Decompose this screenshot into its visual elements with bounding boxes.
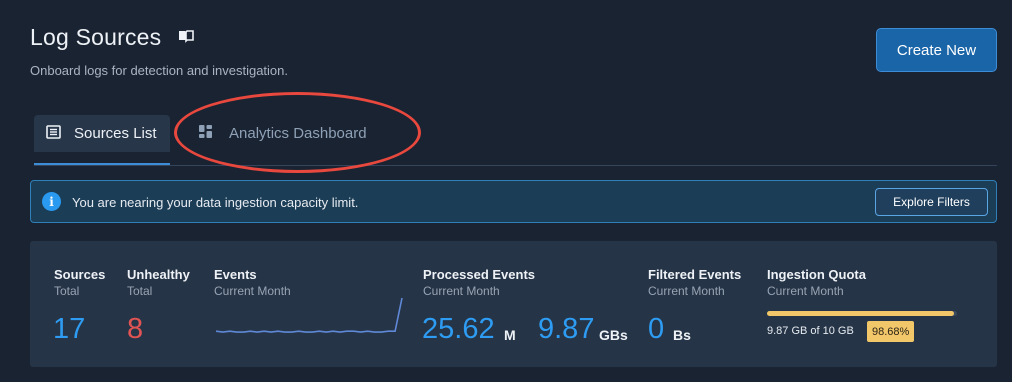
page-title: Log Sources	[30, 24, 162, 50]
processed-count-unit: M	[504, 327, 516, 343]
events-label: Events	[214, 267, 257, 282]
quota-progress-bar	[767, 311, 957, 316]
sources-label: Sources	[54, 267, 106, 282]
processed-size-unit: GBs	[599, 327, 628, 343]
list-icon	[46, 124, 61, 143]
quota-usage-text: 9.87 GB of 10 GB	[767, 325, 854, 337]
unhealthy-sub: Total	[127, 284, 153, 298]
sources-sub: Total	[54, 284, 80, 298]
book-icon[interactable]	[178, 29, 194, 43]
stats-panel: Sources Total 17 Unhealthy Total 8 Event…	[30, 241, 997, 367]
sources-value: 17	[53, 313, 86, 345]
processed-label: Processed Events	[423, 267, 536, 282]
alert-message: You are nearing your data ingestion capa…	[72, 195, 359, 210]
events-sparkline	[215, 297, 403, 333]
grid-icon	[198, 124, 213, 143]
quota-label: Ingestion Quota	[767, 267, 866, 282]
quota-percent-badge: 98.68%	[867, 321, 915, 342]
info-icon: i	[42, 192, 61, 211]
explore-filters-button[interactable]: Explore Filters	[875, 188, 988, 216]
processed-sub: Current Month	[423, 284, 500, 298]
filtered-sub: Current Month	[648, 284, 725, 298]
quota-progress-fill	[767, 311, 955, 316]
tab-label: Analytics Dashboard	[229, 125, 367, 142]
page-subtitle: Onboard logs for detection and investiga…	[30, 63, 289, 78]
unhealthy-value: 8	[127, 313, 144, 345]
filtered-value: 0	[648, 313, 665, 345]
tab-sources-list[interactable]: Sources List	[34, 115, 170, 152]
filtered-unit: Bs	[673, 327, 691, 343]
processed-size: 9.87	[538, 313, 595, 345]
create-new-button[interactable]: Create New	[876, 28, 997, 72]
filtered-label: Filtered Events	[648, 267, 742, 282]
tab-divider	[34, 165, 997, 166]
quota-sub: Current Month	[767, 284, 844, 298]
processed-count: 25.62	[422, 313, 495, 345]
unhealthy-label: Unhealthy	[127, 267, 190, 282]
tab-label: Sources List	[74, 125, 157, 142]
tab-analytics-dashboard[interactable]: Analytics Dashboard	[198, 115, 367, 152]
capacity-alert: i You are nearing your data ingestion ca…	[30, 180, 997, 223]
